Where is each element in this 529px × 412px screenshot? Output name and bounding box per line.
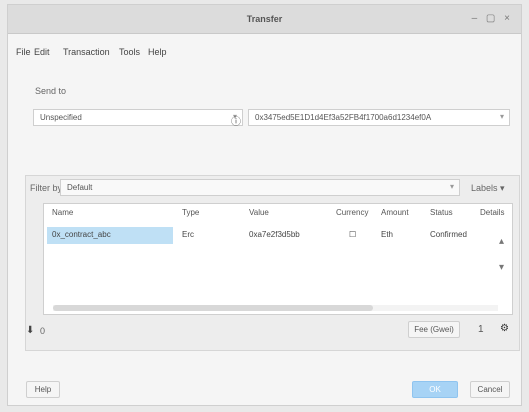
column-amount[interactable]: Amount — [381, 208, 409, 217]
row-status: Confirmed — [430, 230, 467, 239]
column-type[interactable]: Type — [182, 208, 199, 217]
chevron-down-icon: ▾ — [449, 182, 454, 191]
row-name: 0x_contract_abc — [52, 230, 111, 239]
row-checkbox[interactable]: ☐ — [349, 230, 356, 239]
column-status[interactable]: Status — [430, 208, 453, 217]
row-amount: Eth — [381, 230, 394, 239]
horizontal-scrollbar[interactable] — [53, 305, 498, 311]
menu-file[interactable]: File — [16, 47, 31, 57]
address-value: 0x3475ed5E1D1d4Ef3a52FB4f1700a6d1234ef0A — [255, 113, 432, 122]
settings-icon[interactable]: ⚙ — [500, 323, 509, 334]
column-currency[interactable]: Currency — [336, 208, 368, 217]
filter-value: Default — [67, 183, 93, 192]
address-dropdown[interactable]: 0x3475ed5E1D1d4Ef3a52FB4f1700a6d1234ef0A… — [248, 109, 510, 126]
scroll-down-icon[interactable]: ▾ — [499, 262, 504, 273]
info-icon[interactable]: ⓘ — [231, 113, 241, 128]
send-to-label: Send to — [35, 86, 67, 96]
row-value: 0xa7e2f3d5bb — [249, 230, 300, 239]
chevron-down-icon: ▾ — [499, 112, 504, 121]
column-details[interactable]: Details — [480, 208, 504, 217]
filter-label: Filter by — [30, 183, 63, 193]
filter-dropdown[interactable]: Default ▾ — [60, 179, 460, 196]
recipient-value: Unspecified — [40, 113, 82, 122]
fee-button[interactable]: Fee (Gwei) — [408, 321, 460, 338]
download-icon[interactable]: ⬇ — [26, 325, 34, 336]
column-value[interactable]: Value — [249, 208, 269, 217]
transfer-window: Transfer – ▢ × File Edit Transaction Too… — [7, 4, 522, 406]
recipient-dropdown[interactable]: Unspecified ▾ — [33, 109, 243, 126]
cancel-button[interactable]: Cancel — [470, 381, 510, 398]
labels-button[interactable]: Labels ▾ — [471, 183, 505, 194]
title-bar: Transfer – ▢ × — [8, 5, 521, 34]
menu-bar: File Edit Transaction Tools Help — [8, 47, 521, 61]
transactions-table: Name Type Value Currency Amount Status D… — [43, 203, 513, 315]
menu-tools[interactable]: Tools — [119, 47, 140, 57]
menu-help[interactable]: Help — [148, 47, 167, 57]
row-type: Erc — [182, 230, 194, 239]
scroll-thumb[interactable] — [53, 305, 373, 311]
help-button[interactable]: Help — [26, 381, 60, 398]
window-controls[interactable]: – ▢ × — [472, 13, 513, 24]
scroll-up-icon[interactable]: ▴ — [499, 236, 504, 247]
ok-button[interactable]: OK — [412, 381, 458, 398]
right-value: 1 — [478, 324, 484, 335]
menu-transaction[interactable]: Transaction — [63, 47, 110, 57]
column-name[interactable]: Name — [52, 208, 73, 217]
menu-edit[interactable]: Edit — [34, 47, 50, 57]
window-title: Transfer — [246, 14, 283, 24]
left-value: 0 — [40, 326, 46, 336]
